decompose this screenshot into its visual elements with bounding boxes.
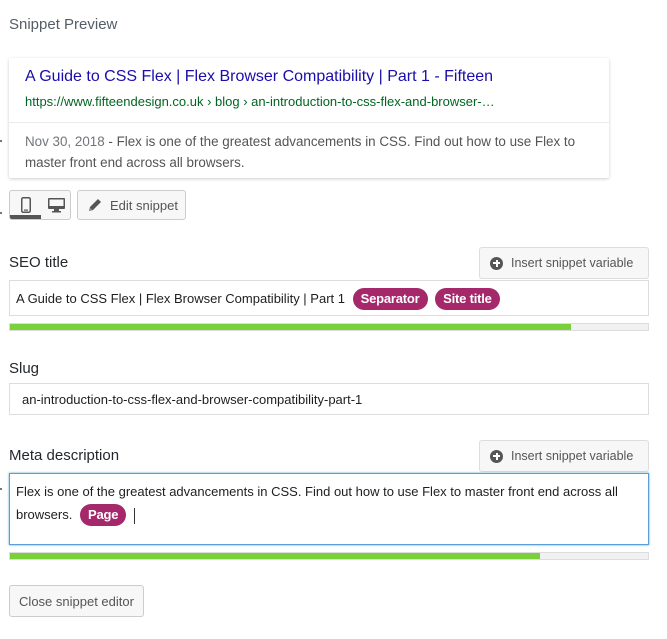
snippet-preview-heading: Snippet Preview xyxy=(9,16,118,33)
plus-circle-icon xyxy=(490,449,503,463)
text-cursor xyxy=(134,507,136,524)
mobile-icon xyxy=(20,197,31,213)
side-marker xyxy=(0,140,2,142)
meta-description-progress-bar xyxy=(9,552,649,560)
preview-title-link[interactable]: A Guide to CSS Flex | Flex Browser Compa… xyxy=(25,68,493,86)
preview-mode-switcher xyxy=(9,190,71,220)
separator-variable-pill[interactable]: Separator xyxy=(352,288,428,310)
desktop-icon xyxy=(48,197,65,212)
seo-title-progress-bar xyxy=(9,323,649,331)
pencil-icon xyxy=(89,199,101,211)
edit-snippet-label: Edit snippet xyxy=(110,197,178,213)
preview-date-separator: - xyxy=(104,134,117,149)
side-marker xyxy=(0,212,2,214)
meta-description-label: Meta description xyxy=(9,447,120,464)
seo-title-input[interactable]: A Guide to CSS Flex | Flex Browser Compa… xyxy=(9,280,649,316)
preview-date: Nov 30, 2018 xyxy=(25,134,105,149)
slug-input[interactable]: an-introduction-to-css-flex-and-browser-… xyxy=(9,383,649,415)
seo-title-text: A Guide to CSS Flex | Flex Browser Compa… xyxy=(16,291,345,306)
desktop-preview-button[interactable] xyxy=(41,191,70,219)
preview-description: Nov 30, 2018 - Flex is one of the greate… xyxy=(25,131,595,173)
seo-title-label: SEO title xyxy=(9,254,69,271)
side-marker xyxy=(0,488,2,490)
preview-url: https://www.fifteendesign.co.uk › blog ›… xyxy=(25,94,495,109)
seo-title-progress-fill xyxy=(10,324,572,330)
insert-variable-label: Insert snippet variable xyxy=(511,256,634,270)
preview-divider xyxy=(9,122,609,123)
insert-variable-label: Insert snippet variable xyxy=(511,449,634,463)
seo-title-insert-variable-button[interactable]: Insert snippet variable xyxy=(479,247,649,279)
close-snippet-editor-button[interactable]: Close snippet editor xyxy=(9,585,144,617)
slug-value: an-introduction-to-css-flex-and-browser-… xyxy=(22,392,363,407)
plus-circle-icon xyxy=(490,256,503,270)
snippet-preview-card: A Guide to CSS Flex | Flex Browser Compa… xyxy=(9,58,609,178)
active-mode-indicator xyxy=(10,215,41,219)
site-title-variable-pill[interactable]: Site title xyxy=(435,288,500,310)
slug-label: Slug xyxy=(9,360,40,377)
edit-snippet-button[interactable]: Edit snippet xyxy=(77,190,186,220)
meta-description-progress-fill xyxy=(10,553,540,559)
meta-description-insert-variable-button[interactable]: Insert snippet variable xyxy=(479,440,649,472)
meta-description-input[interactable]: Flex is one of the greatest advancements… xyxy=(9,473,649,545)
page-variable-pill[interactable]: Page xyxy=(79,504,127,526)
